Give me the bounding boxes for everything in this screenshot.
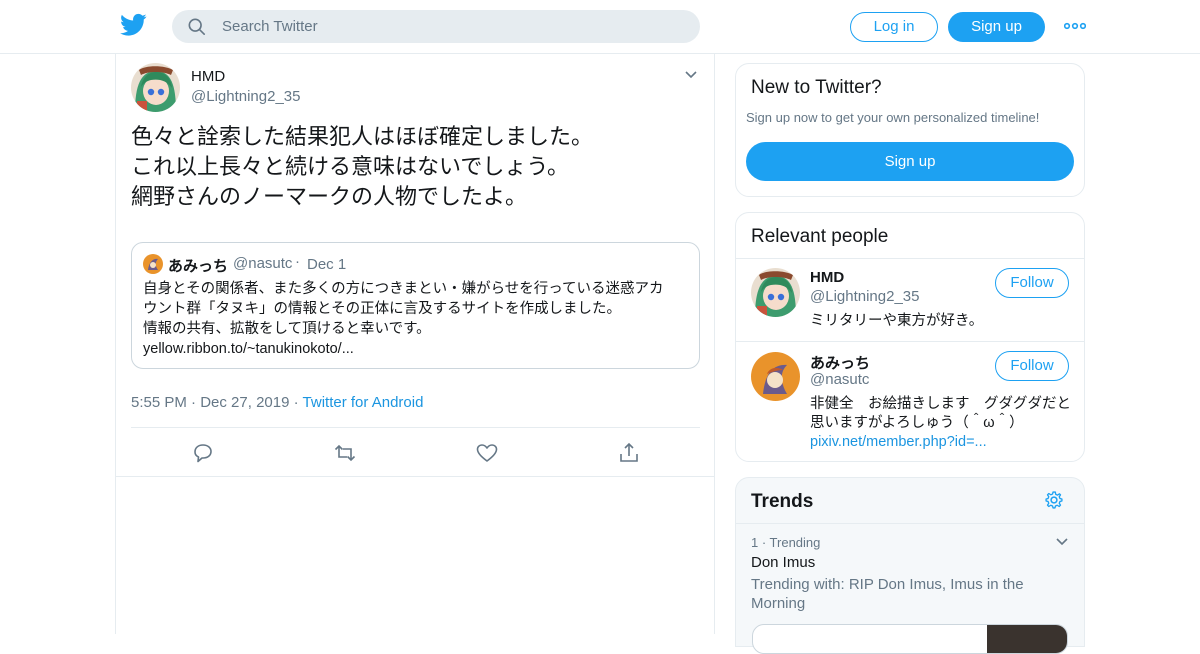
person-bio: 非健全 お絵描きします グダグダだと思いますがよろしゅう（＾ω＾） pixiv.… [810,395,1072,452]
author-avatar[interactable] [131,63,180,112]
separator-dot: · [293,394,303,411]
person-handle[interactable]: @nasutc [810,371,869,388]
quoted-avatar [143,254,163,274]
chevron-down-icon[interactable] [684,70,698,80]
author-handle[interactable]: @Lightning2_35 [191,88,300,105]
top-bar: Log in Sign up [0,0,1200,54]
quoted-date: Dec 1 [307,256,347,273]
search-icon [188,18,206,36]
person-avatar[interactable] [751,268,800,317]
person-name[interactable]: あみっち [810,352,870,373]
tweet-actions [131,441,700,467]
signup-card-subtitle: Sign up now to get your own personalized… [746,110,1040,125]
signup-card-title: New to Twitter? [751,77,882,98]
person-name[interactable]: HMD [810,269,844,286]
divider [131,427,700,428]
quoted-tweet[interactable]: あみっち @nasutc · Dec 1 自身とその関係者、また多くの方につきま… [131,242,700,369]
search-bar[interactable] [172,10,700,43]
relevant-people-title: Relevant people [751,226,889,247]
trend-thumbnail [987,625,1067,653]
quoted-author-handle: @nasutc [233,255,293,272]
divider [736,341,1084,342]
signup-button[interactable]: Sign up [948,12,1045,42]
retweet-icon[interactable] [333,441,357,465]
tweet-text-line: 網野さんのノーマークの人物でしたよ。 [131,184,528,209]
quoted-text-line: 自身とその関係者、また多くの方につきまとい・嫌がらせを行っている迷惑アカ [143,281,664,297]
tweet-text-line: 色々と詮索した結果犯人はほぼ確定しました。 [131,124,594,149]
like-heart-icon[interactable] [475,441,499,465]
follow-button[interactable]: Follow [995,268,1069,298]
twitter-logo-icon[interactable] [120,13,147,37]
chevron-down-icon[interactable] [1055,537,1069,547]
author-name[interactable]: HMD [191,68,225,85]
login-button[interactable]: Log in [850,12,938,42]
tweet-text-line: これ以上長々と続ける意味はないでしょう。 [131,154,570,179]
trend-media-card[interactable] [752,624,1068,654]
divider [116,476,714,477]
tweet-text: 色々と詮索した結果犯人はほぼ確定しました。 これ以上長々と続ける意味はないでしょ… [131,122,701,212]
quoted-text-line: ウント群「タヌキ」の情報とその正体に言及するサイトを作成しました。 [143,301,622,317]
trends-card: Trends 1 · Trending Don Imus Trending wi… [735,477,1085,654]
person-bio-text: 非健全 お絵描きします グダグダだと思いますがよろしゅう（＾ω＾） [810,396,1071,431]
person-avatar[interactable] [751,352,800,401]
trend-context: Trending with: RIP Don Imus, Imus in the… [751,576,1024,612]
more-options-icon[interactable] [1064,18,1086,34]
tweet-date[interactable]: Dec 27, 2019 [200,394,289,411]
trend-rank: 1 · Trending [751,535,821,550]
tweet-meta: 5:55 PM · Dec 27, 2019 · Twitter for And… [131,394,423,411]
gear-icon[interactable] [1044,490,1064,510]
divider [736,523,1084,524]
person-handle[interactable]: @Lightning2_35 [810,288,919,305]
reply-icon[interactable] [191,441,215,465]
quoted-text-line: 情報の共有、拡散をして頂けると幸いです。 [143,321,431,337]
sidebar-signup-button[interactable]: Sign up [746,142,1074,181]
separator-dot: · [295,253,300,270]
quoted-author-name: あみっち [168,258,229,275]
share-icon[interactable] [617,441,641,465]
trend-name[interactable]: Don Imus [751,554,815,571]
tweet-source-link[interactable]: Twitter for Android [303,394,424,411]
tweet-time[interactable]: 5:55 PM [131,394,187,411]
tweet-detail: HMD @Lightning2_35 色々と詮索した結果犯人はほぼ確定しました。… [115,54,715,634]
trends-title: Trends [751,491,814,512]
person-bio-link[interactable]: pixiv.net/member.php?id=... [810,434,987,450]
separator-dot: · [191,394,201,411]
quoted-link: yellow.ribbon.to/~tanukinokoto/... [143,341,354,357]
quoted-text: 自身とその関係者、また多くの方につきまとい・嫌がらせを行っている迷惑アカ ウント… [143,279,693,359]
search-input[interactable] [222,10,682,43]
follow-button[interactable]: Follow [995,351,1069,381]
person-bio: ミリタリーや東方が好き。 [810,313,984,329]
signup-card: New to Twitter? Sign up now to get your … [735,63,1085,197]
relevant-people-card: Relevant people HMD @Lightning2_35 ミリタリー… [735,212,1085,462]
divider [736,258,1084,259]
